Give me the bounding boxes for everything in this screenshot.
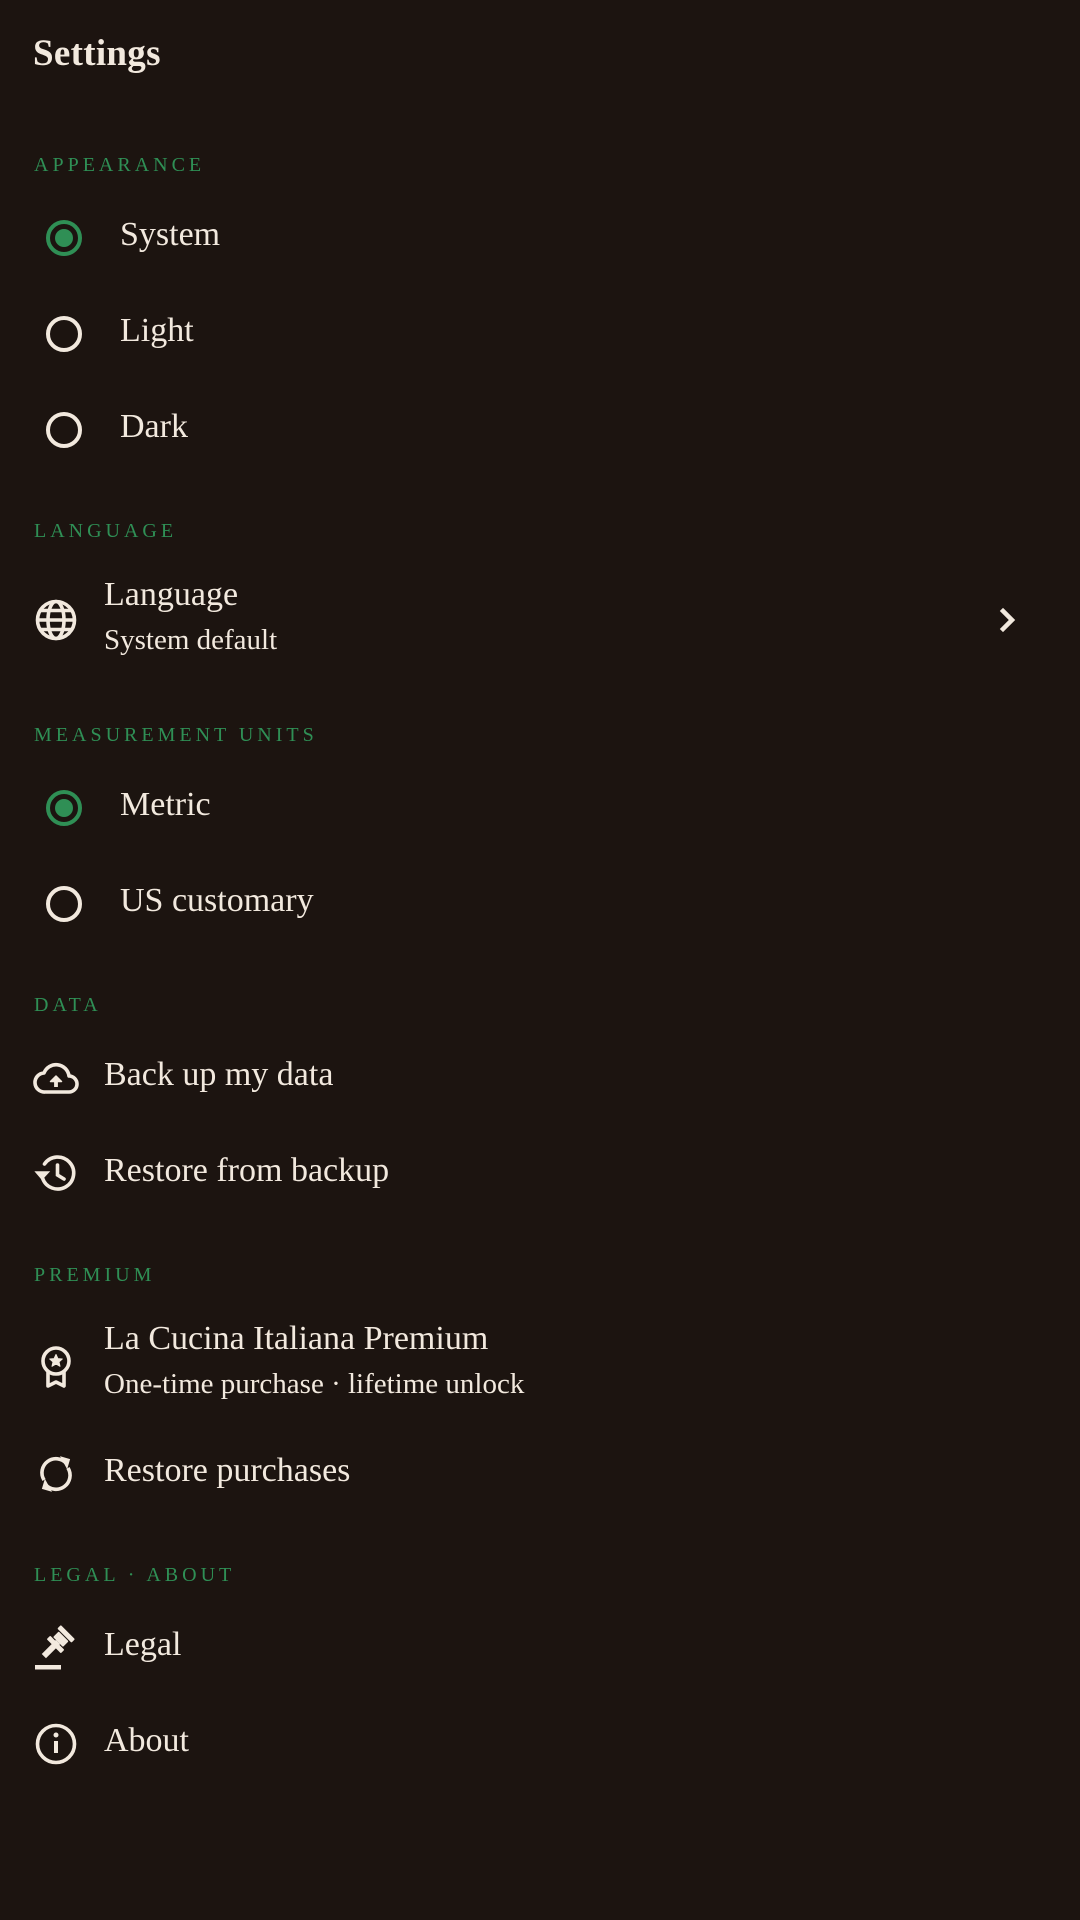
section-header-appearance: APPEARANCE xyxy=(34,154,206,176)
radio-checked-icon xyxy=(46,220,82,256)
language-value: System default xyxy=(104,624,278,656)
radio-option-light[interactable]: Light xyxy=(0,294,1080,374)
section-header-measurement-units: MEASUREMENT UNITS xyxy=(34,724,318,746)
about-item[interactable]: About xyxy=(0,1706,1080,1782)
gavel-icon xyxy=(32,1624,80,1672)
history-icon xyxy=(32,1150,80,1198)
radio-label: Light xyxy=(120,312,194,349)
info-icon xyxy=(32,1720,80,1768)
award-icon xyxy=(32,1342,80,1390)
settings-page: Settings APPEARANCE System Light Dark LA… xyxy=(0,0,1080,1920)
backup-data-item[interactable]: Back up my data xyxy=(0,1040,1080,1116)
backup-data-label: Back up my data xyxy=(104,1056,334,1093)
cloud-upload-icon xyxy=(32,1054,80,1102)
section-header-language: LANGUAGE xyxy=(34,520,178,542)
legal-item[interactable]: Legal xyxy=(0,1610,1080,1686)
radio-option-dark[interactable]: Dark xyxy=(0,390,1080,470)
restore-backup-label: Restore from backup xyxy=(104,1152,390,1189)
restore-backup-item[interactable]: Restore from backup xyxy=(0,1136,1080,1212)
radio-unchecked-icon xyxy=(46,412,82,448)
radio-option-us-customary[interactable]: US customary xyxy=(0,864,1080,944)
radio-label: US customary xyxy=(120,882,314,919)
radio-unchecked-icon xyxy=(46,886,82,922)
sync-icon xyxy=(32,1450,80,1498)
section-header-premium: PREMIUM xyxy=(34,1264,156,1286)
restore-purchases-item[interactable]: Restore purchases xyxy=(0,1436,1080,1512)
radio-label: Dark xyxy=(120,408,188,445)
about-label: About xyxy=(104,1722,189,1759)
premium-item[interactable]: La Cucina Italiana Premium One-time purc… xyxy=(0,1316,1080,1416)
section-header-legal-about: LEGAL · ABOUT xyxy=(34,1564,236,1586)
radio-option-metric[interactable]: Metric xyxy=(0,768,1080,848)
globe-icon xyxy=(32,596,80,644)
premium-subtitle: One-time purchase · lifetime unlock xyxy=(104,1368,525,1400)
radio-unchecked-icon xyxy=(46,316,82,352)
premium-label: La Cucina Italiana Premium xyxy=(104,1320,489,1357)
page-title: Settings xyxy=(33,33,161,74)
radio-label: System xyxy=(120,216,221,253)
legal-label: Legal xyxy=(104,1626,182,1663)
language-item[interactable]: Language System default xyxy=(0,570,1080,670)
language-label: Language xyxy=(104,576,239,613)
restore-purchases-label: Restore purchases xyxy=(104,1452,351,1489)
section-header-data: DATA xyxy=(34,994,102,1016)
chevron-right-icon xyxy=(990,602,1026,638)
radio-option-system[interactable]: System xyxy=(0,198,1080,278)
radio-label: Metric xyxy=(120,786,211,823)
radio-checked-icon xyxy=(46,790,82,826)
